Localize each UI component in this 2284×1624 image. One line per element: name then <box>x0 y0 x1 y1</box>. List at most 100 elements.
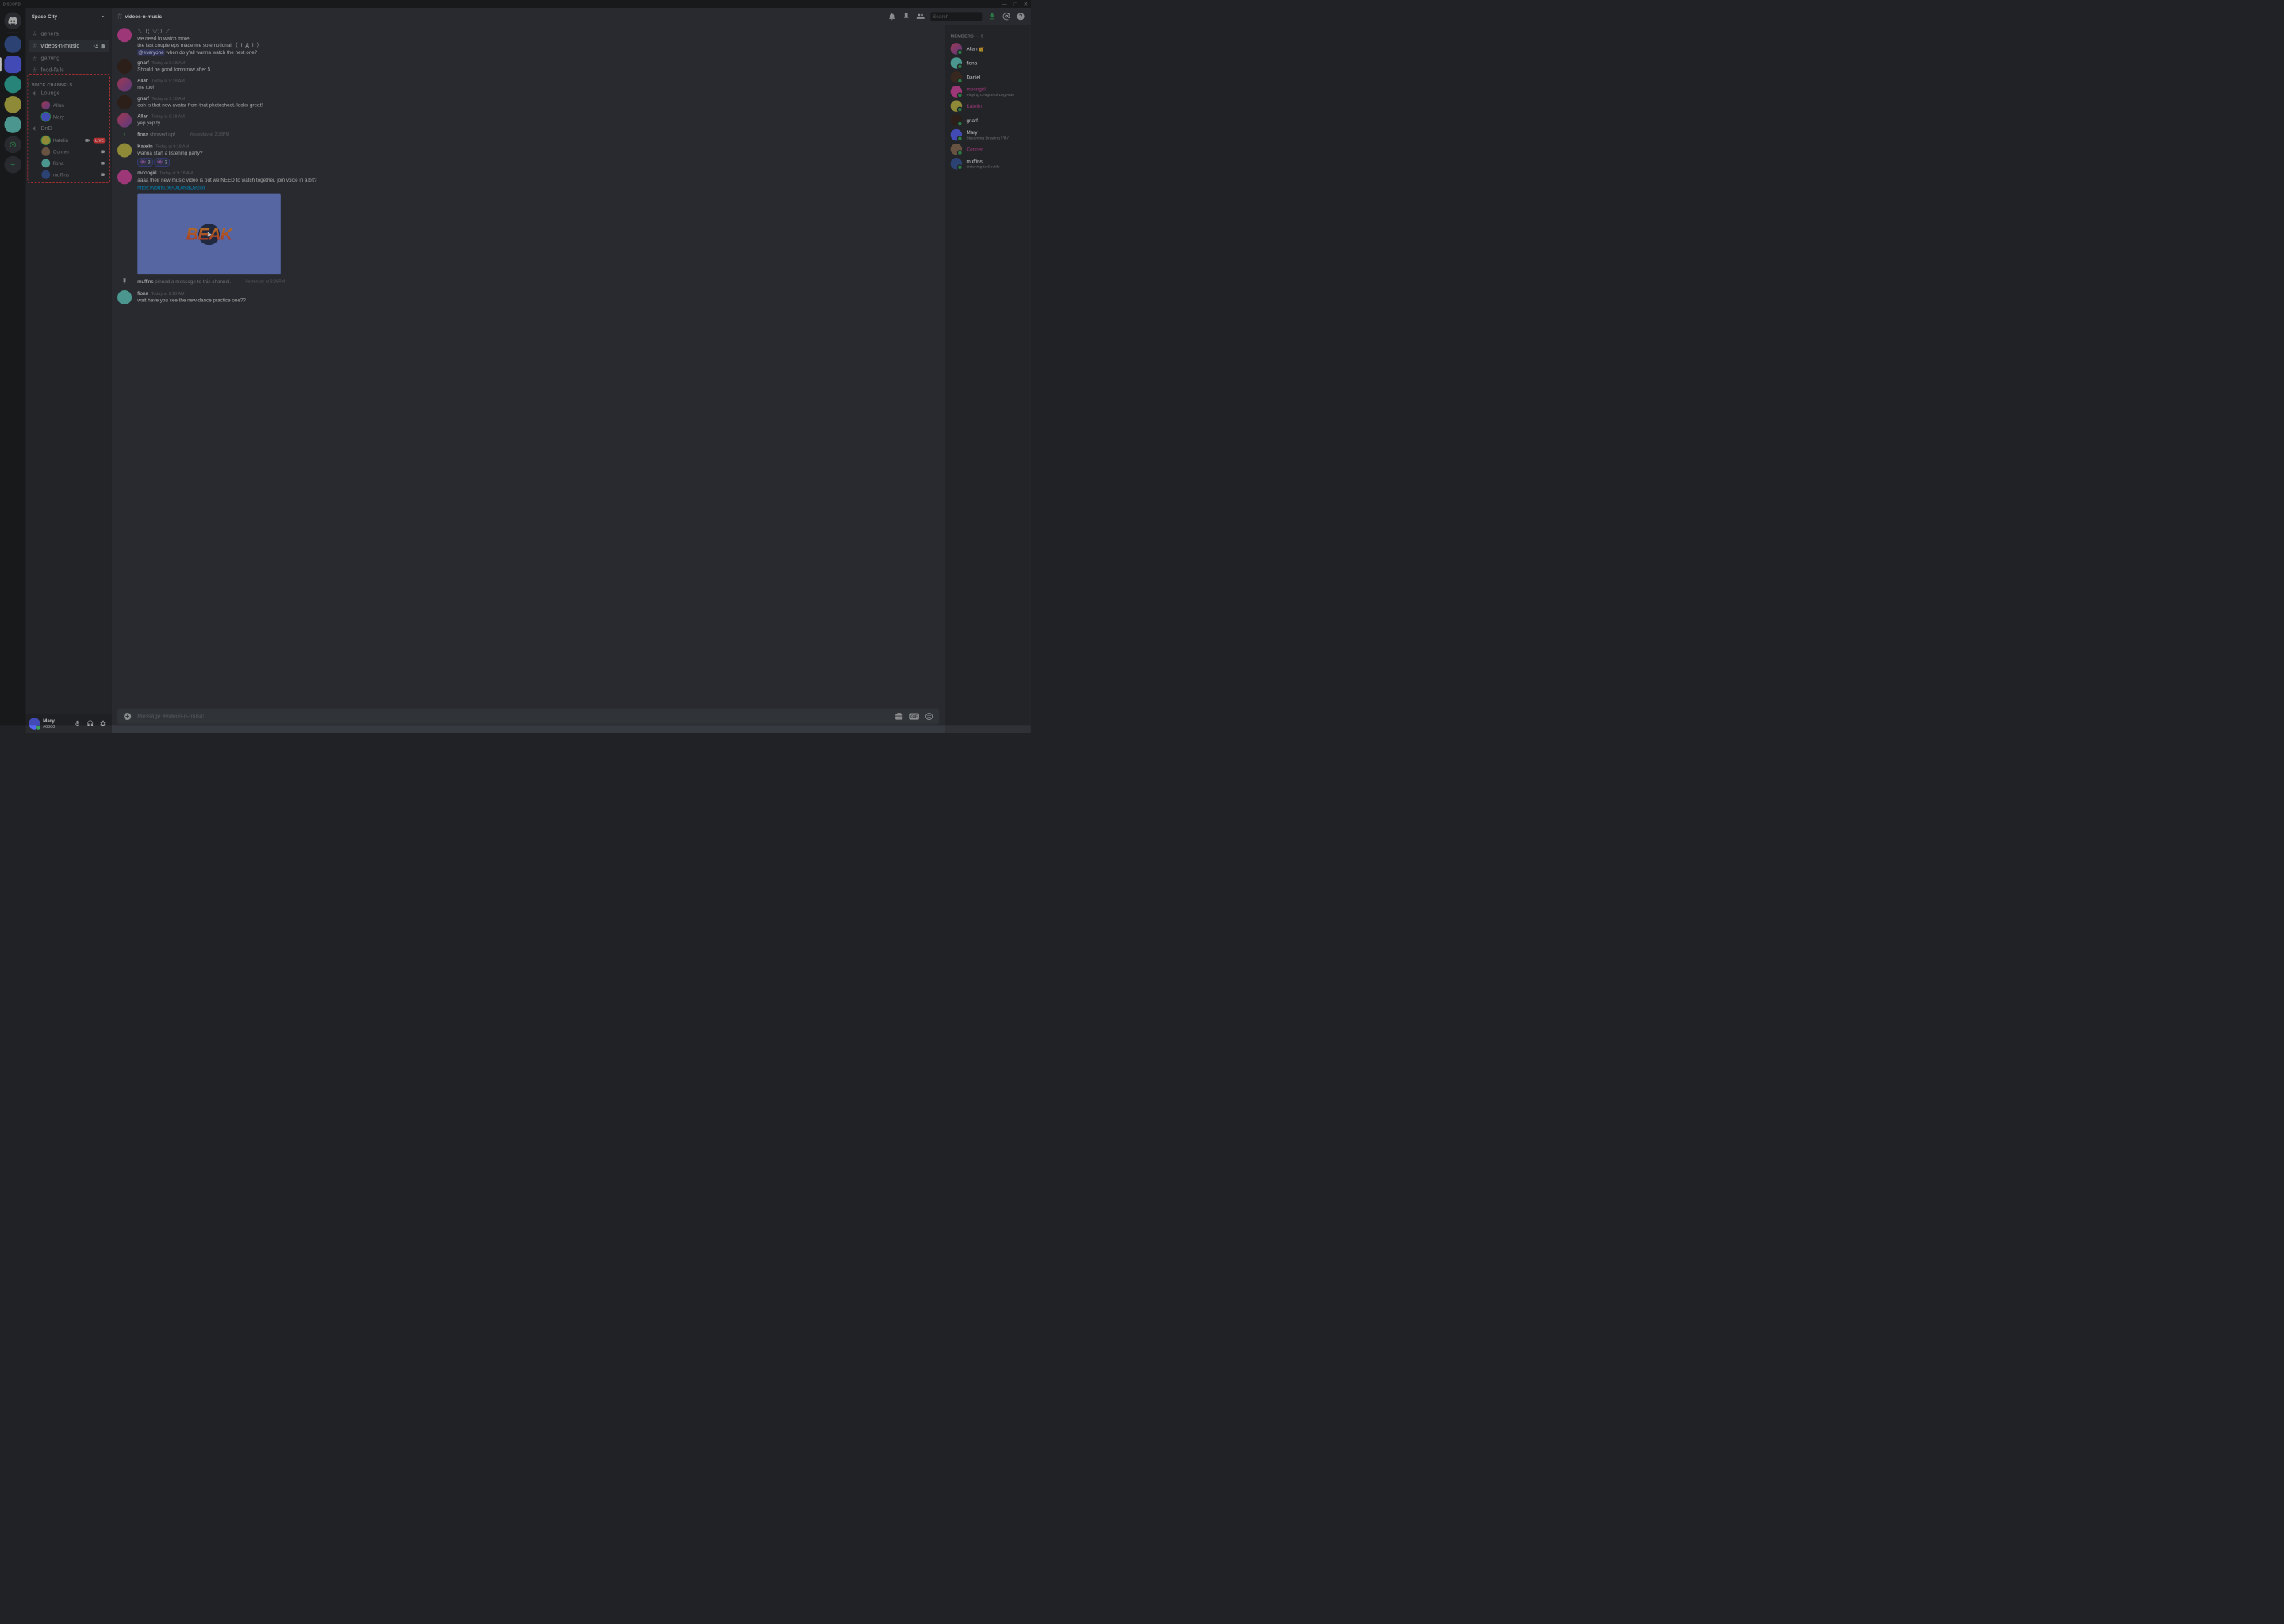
avatar[interactable] <box>117 95 132 109</box>
avatar <box>951 86 962 97</box>
reaction[interactable]: 👾3 <box>155 158 171 166</box>
avatar[interactable] <box>117 290 132 304</box>
maximize-icon[interactable]: ▢ <box>1013 1 1017 7</box>
message-author[interactable]: Allan <box>137 78 148 83</box>
voice-user[interactable]: fiona <box>29 158 109 169</box>
voice-user[interactable]: Mary <box>29 111 109 122</box>
message-text: Should be good tomorrow after 5 <box>137 66 939 73</box>
voice-channel[interactable]: Lounge <box>29 87 109 99</box>
voice-user[interactable]: Allan <box>29 99 109 110</box>
mention[interactable]: @everyone <box>137 49 164 55</box>
avatar <box>41 136 50 144</box>
voice-user[interactable]: Conner <box>29 146 109 157</box>
mute-button[interactable] <box>71 718 82 729</box>
member-item[interactable]: gnarf <box>948 113 1028 128</box>
members-header: MEMBERS — 9 <box>948 31 1028 42</box>
avatar <box>951 115 962 126</box>
text-channel[interactable]: #gaming <box>29 52 109 64</box>
hash-icon: # <box>32 42 39 50</box>
guild-item[interactable] <box>4 96 21 113</box>
hash-icon: # <box>32 67 39 75</box>
voice-user[interactable]: muffins <box>29 169 109 180</box>
message-link[interactable]: https://youtu.be/OiDx6aQ928o <box>137 184 939 191</box>
avatar <box>41 113 50 121</box>
emoji-icon[interactable] <box>925 712 933 721</box>
member-item[interactable]: Daniel <box>948 70 1028 84</box>
voice-channel[interactable]: DnD <box>29 122 109 134</box>
deafen-button[interactable] <box>85 718 96 729</box>
message-timestamp: Today at 9:18 AM <box>151 79 185 83</box>
avatar[interactable] <box>117 59 132 74</box>
system-text: muffins pinned a message to this channel… <box>137 278 231 284</box>
text-channel[interactable]: #videos-n-music <box>29 40 109 52</box>
message-author[interactable]: Allan <box>137 113 148 119</box>
member-item[interactable]: moongirlPlaying League of Legends <box>948 85 1028 99</box>
member-item[interactable]: Allan 👑 <box>948 41 1028 56</box>
search-box[interactable] <box>930 12 982 21</box>
minimize-icon[interactable]: — <box>1002 1 1007 7</box>
user-info[interactable]: Mary #0000 <box>43 718 68 729</box>
member-item[interactable]: fiona <box>948 56 1028 70</box>
gear-icon[interactable] <box>100 44 105 49</box>
attach-icon[interactable] <box>123 712 132 721</box>
video-embed[interactable]: BEAK <box>137 194 281 275</box>
text-channel[interactable]: #general <box>29 28 109 40</box>
category-label: VOICE CHANNELS <box>32 82 73 87</box>
add-server-button[interactable] <box>4 156 21 174</box>
member-item[interactable]: muffinsListening to Spotify <box>948 156 1028 170</box>
message-author[interactable]: Katelin <box>137 144 152 149</box>
pin-icon[interactable] <box>902 12 910 21</box>
message-author[interactable]: moongirl <box>137 170 156 175</box>
explore-button[interactable] <box>4 136 21 153</box>
user-avatar[interactable] <box>29 718 40 729</box>
member-item[interactable]: MaryStreaming Drawing \·∀·/ <box>948 128 1028 142</box>
avatar[interactable] <box>117 170 132 184</box>
server-header[interactable]: Space City <box>25 8 111 25</box>
avatar[interactable] <box>117 78 132 92</box>
message-author[interactable]: gnarf <box>137 95 148 101</box>
system-message-join: fiona showed up! Yesterday at 2:38PM <box>112 128 945 140</box>
member-name: Daniel <box>967 74 981 80</box>
invite-icon[interactable] <box>93 44 98 49</box>
message-timestamp: Today at 9:18 AM <box>151 291 185 296</box>
avatar <box>951 57 962 68</box>
bell-icon[interactable] <box>887 12 896 21</box>
member-name: muffins <box>967 158 1000 164</box>
guild-item[interactable] <box>4 116 21 133</box>
avatar[interactable] <box>117 144 132 158</box>
voice-user-name: Allan <box>53 102 106 108</box>
voice-category[interactable]: VOICE CHANNELS <box>25 77 111 88</box>
members-icon[interactable] <box>916 12 925 21</box>
text-channel[interactable]: #food-fails <box>29 64 109 76</box>
gift-icon[interactable] <box>895 712 903 721</box>
guild-item[interactable] <box>4 76 21 94</box>
member-item[interactable]: Katelin <box>948 99 1028 113</box>
user-panel: Mary #0000 <box>25 714 111 733</box>
guild-item[interactable] <box>4 36 21 53</box>
speaker-icon <box>32 125 39 132</box>
avatar <box>41 159 50 167</box>
settings-button[interactable] <box>98 718 109 729</box>
home-button[interactable] <box>4 12 21 29</box>
voice-user-name: Mary <box>53 114 106 120</box>
chat-content: # videos-n-music ＼（；▽；）／we <box>112 8 1031 733</box>
message-input[interactable] <box>137 713 889 719</box>
member-item[interactable]: Conner <box>948 142 1028 156</box>
reaction[interactable]: 👾3 <box>137 158 153 166</box>
mentions-icon[interactable] <box>1002 12 1011 21</box>
guild-item-active[interactable] <box>4 56 21 73</box>
inbox-icon[interactable] <box>988 12 997 21</box>
speaker-icon <box>32 90 39 97</box>
member-name: gnarf <box>967 117 978 124</box>
message: moongirlToday at 9:18 AMaaaa their new m… <box>112 167 945 275</box>
close-icon[interactable]: ✕ <box>1024 1 1029 7</box>
gif-button[interactable]: GIF <box>909 713 919 719</box>
reaction-count: 3 <box>148 159 151 165</box>
message-author[interactable]: fiona <box>137 290 148 296</box>
video-icon <box>100 149 105 155</box>
avatar[interactable] <box>117 28 132 42</box>
help-icon[interactable] <box>1017 12 1025 21</box>
avatar[interactable] <box>117 113 132 128</box>
voice-user[interactable]: KatelinLIVE <box>29 135 109 146</box>
message-author[interactable]: gnarf <box>137 59 148 65</box>
